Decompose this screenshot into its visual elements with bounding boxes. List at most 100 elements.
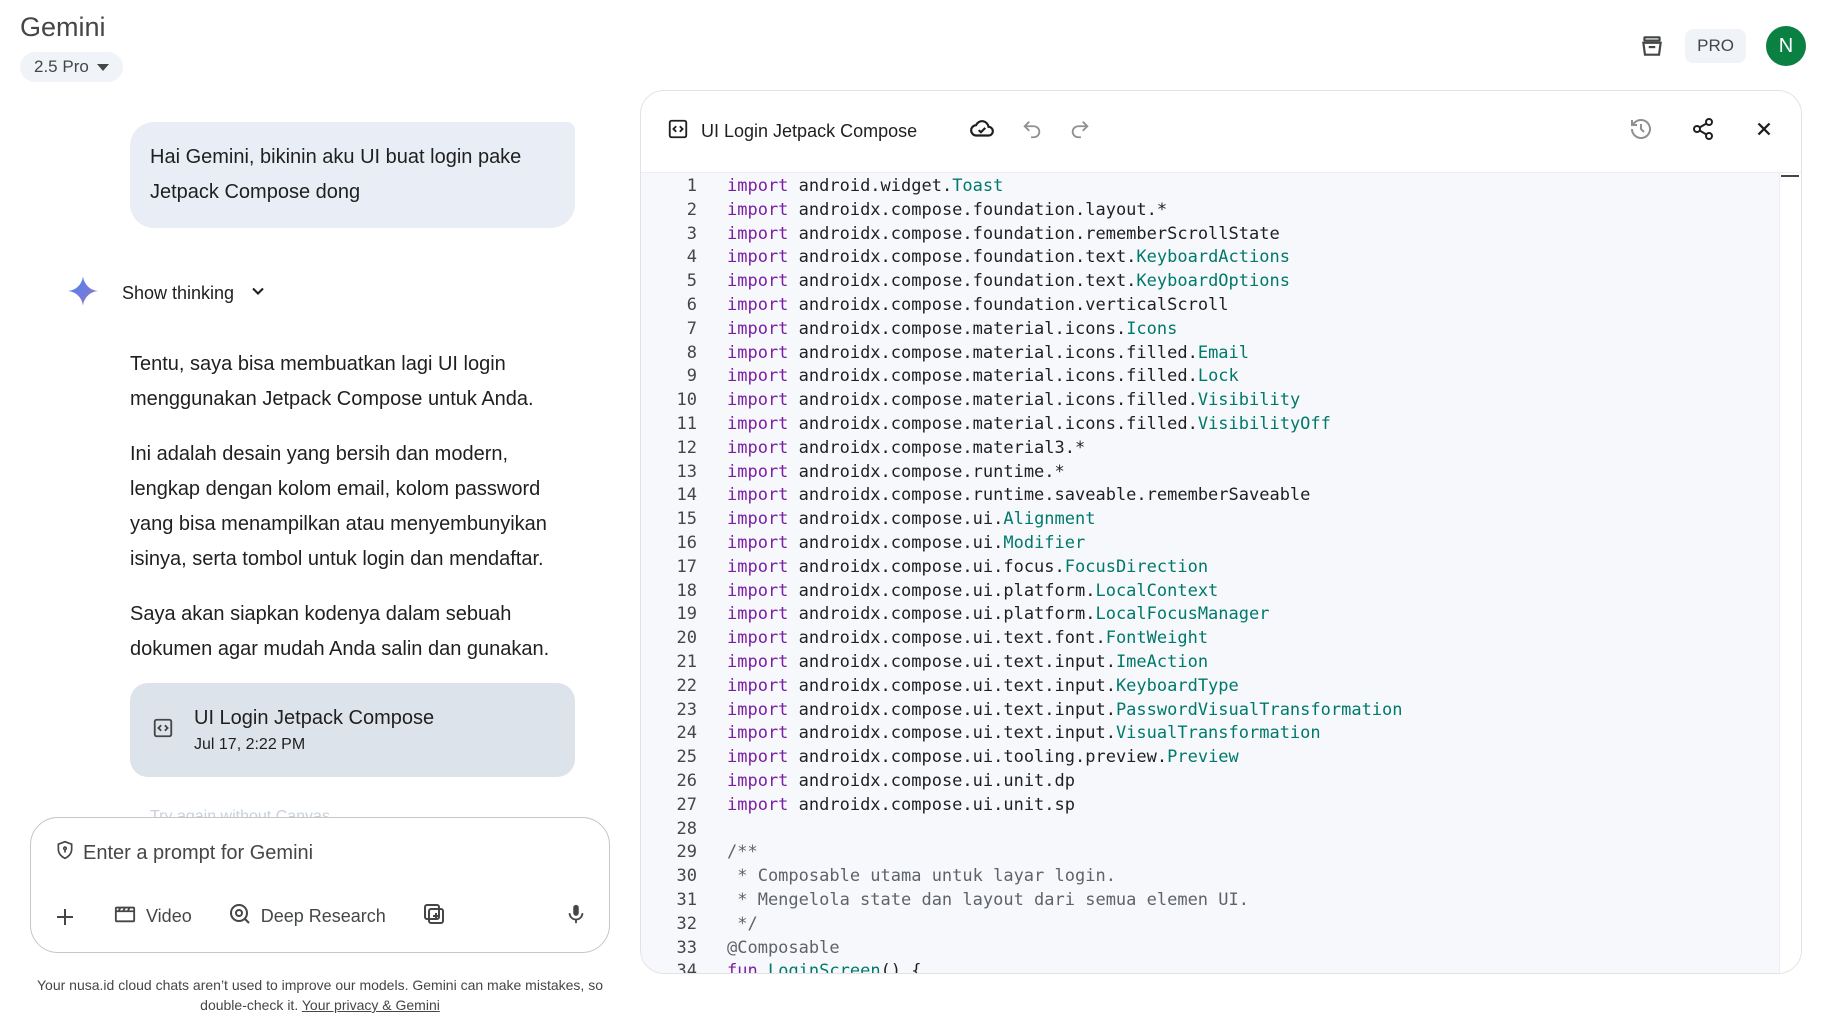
- gemini-app: Gemini 2.5 Pro PRO N Hai Gemini, bikinin…: [0, 0, 1826, 1032]
- code-text: import androidx.compose.material.icons.f…: [727, 413, 1331, 434]
- code-text: import androidx.compose.ui.Modifier: [727, 532, 1086, 553]
- line-number: 31: [676, 889, 697, 910]
- doc-card-text: UI Login Jetpack Compose Jul 17, 2:22 PM: [194, 707, 434, 754]
- line-number: 11: [676, 413, 697, 434]
- temporary-chat-icon[interactable]: [1639, 33, 1665, 59]
- prompt-toolbar: Video Deep Research: [53, 902, 587, 931]
- code-text: import androidx.compose.ui.unit.dp: [727, 770, 1075, 791]
- line-number: 21: [676, 651, 697, 672]
- line-number: 12: [676, 437, 697, 458]
- code-line: 33 @Composable: [641, 937, 1781, 961]
- code-line: 11 import androidx.compose.material.icons…: [641, 413, 1781, 437]
- code-text: import androidx.compose.foundation.text.…: [727, 247, 1290, 268]
- line-number: 3: [686, 223, 697, 244]
- doc-card-date: Jul 17, 2:22 PM: [194, 735, 306, 753]
- code-text: import androidx.compose.material.icons.f…: [727, 390, 1301, 411]
- line-number: 24: [676, 723, 697, 744]
- microphone-icon: [565, 902, 587, 931]
- canvas-document-card[interactable]: UI Login Jetpack Compose Jul 17, 2:22 PM: [130, 683, 575, 777]
- line-number: 10: [676, 390, 697, 411]
- code-document-icon: [667, 118, 689, 145]
- caret-down-icon: [96, 63, 109, 71]
- code-lines: 1 import android.widget.Toast 2 import andr…: [641, 173, 1781, 973]
- code-line: 18 import androidx.compose.ui.platform.Lo…: [641, 580, 1781, 604]
- code-line: 3 import androidx.compose.foundation.reme…: [641, 223, 1781, 247]
- privacy-link[interactable]: Your privacy & Gemini: [302, 997, 440, 1013]
- pro-badge[interactable]: PRO: [1685, 29, 1746, 63]
- deep-research-icon: [228, 902, 252, 931]
- code-text: import androidx.compose.ui.Alignment: [727, 509, 1096, 530]
- doc-card-title: UI Login Jetpack Compose: [194, 706, 435, 729]
- canvas-toolbar-left: UI Login Jetpack Compose: [667, 116, 1091, 147]
- code-line: 21 import androidx.compose.ui.text.input.…: [641, 651, 1781, 675]
- gemini-sparkle-icon: [68, 276, 98, 311]
- close-icon[interactable]: [1753, 118, 1775, 145]
- code-text: import androidx.compose.ui.unit.sp: [727, 794, 1075, 815]
- code-line: 17 import androidx.compose.ui.focus.Focus…: [641, 556, 1781, 580]
- canvas-title-group: UI Login Jetpack Compose: [667, 118, 943, 145]
- video-label: Video: [146, 906, 192, 926]
- code-line: 14 import androidx.compose.runtime.saveab…: [641, 484, 1781, 508]
- code-text: import androidx.compose.ui.text.input.Pa…: [727, 699, 1403, 720]
- brand-title[interactable]: Gemini: [20, 12, 106, 43]
- version-history-icon[interactable]: [1629, 117, 1653, 146]
- code-text: * Mengelola state dan layout dari semua …: [727, 889, 1249, 910]
- code-line: 26 import androidx.compose.ui.unit.dp: [641, 770, 1781, 794]
- code-text: */: [727, 913, 758, 934]
- show-thinking-toggle[interactable]: Show thinking: [68, 276, 268, 311]
- undo-icon[interactable]: [1021, 118, 1043, 145]
- avatar[interactable]: N: [1766, 26, 1806, 66]
- code-text: import androidx.compose.material.icons.I…: [727, 318, 1178, 339]
- code-line: 6 import androidx.compose.foundation.vert…: [641, 294, 1781, 318]
- canvas-button[interactable]: [422, 902, 446, 931]
- code-line: 4 import androidx.compose.foundation.text…: [641, 246, 1781, 270]
- code-text: import androidx.compose.runtime.*: [727, 461, 1065, 482]
- code-editor[interactable]: 1 import android.widget.Toast 2 import andr…: [641, 173, 1781, 973]
- line-number: 14: [676, 485, 697, 506]
- line-number: 27: [676, 794, 697, 815]
- model-selector[interactable]: 2.5 Pro: [20, 52, 123, 82]
- microphone-button[interactable]: [565, 902, 587, 931]
- response-paragraph: Ini adalah desain yang bersih dan modern…: [130, 443, 547, 570]
- code-line: 29 /**: [641, 841, 1781, 865]
- code-text: fun LoginScreen() {: [727, 961, 922, 973]
- code-line: 32 */: [641, 913, 1781, 937]
- response-paragraph: Tentu, saya bisa membuatkan lagi UI logi…: [130, 353, 534, 410]
- code-text: @Composable: [727, 937, 840, 958]
- add-button[interactable]: [53, 905, 77, 929]
- code-text: import androidx.compose.foundation.text.…: [727, 271, 1290, 292]
- share-icon[interactable]: [1691, 117, 1715, 146]
- header-actions: PRO N: [1639, 26, 1806, 66]
- line-number: 4: [686, 247, 697, 268]
- prompt-box: Enter a prompt for Gemini Video Deep Res…: [30, 817, 610, 953]
- code-text: import androidx.compose.ui.tooling.previ…: [727, 747, 1239, 768]
- line-number: 6: [686, 294, 697, 315]
- line-number: 7: [686, 318, 697, 339]
- chevron-down-icon: [248, 281, 268, 306]
- line-number: 15: [676, 509, 697, 530]
- video-icon: [113, 903, 137, 930]
- code-line: 28: [641, 818, 1781, 842]
- model-label: 2.5 Pro: [34, 57, 89, 76]
- code-line: 5 import androidx.compose.foundation.text…: [641, 270, 1781, 294]
- redo-icon[interactable]: [1069, 118, 1091, 145]
- code-text: import androidx.compose.material.icons.f…: [727, 366, 1239, 387]
- line-number: 16: [676, 532, 697, 553]
- scrollbar-thumb[interactable]: [1781, 175, 1799, 177]
- code-text: import androidx.compose.material.icons.f…: [727, 342, 1250, 363]
- deep-research-button[interactable]: Deep Research: [228, 902, 386, 931]
- video-button[interactable]: Video: [113, 903, 192, 930]
- line-number: 17: [676, 556, 697, 577]
- line-number: 22: [676, 675, 697, 696]
- canvas-icon: [422, 902, 446, 931]
- scrollbar[interactable]: [1779, 173, 1801, 973]
- cloud-save-icon[interactable]: [969, 116, 995, 147]
- line-number: 26: [676, 770, 697, 791]
- code-text: import androidx.compose.ui.text.input.Vi…: [727, 723, 1321, 744]
- code-line: 8 import androidx.compose.material.icons.…: [641, 342, 1781, 366]
- code-line: 22 import androidx.compose.ui.text.input.…: [641, 675, 1781, 699]
- code-text: import androidx.compose.ui.focus.FocusDi…: [727, 556, 1209, 577]
- code-line: 1 import android.widget.Toast: [641, 175, 1781, 199]
- prompt-input[interactable]: Enter a prompt for Gemini: [55, 840, 313, 866]
